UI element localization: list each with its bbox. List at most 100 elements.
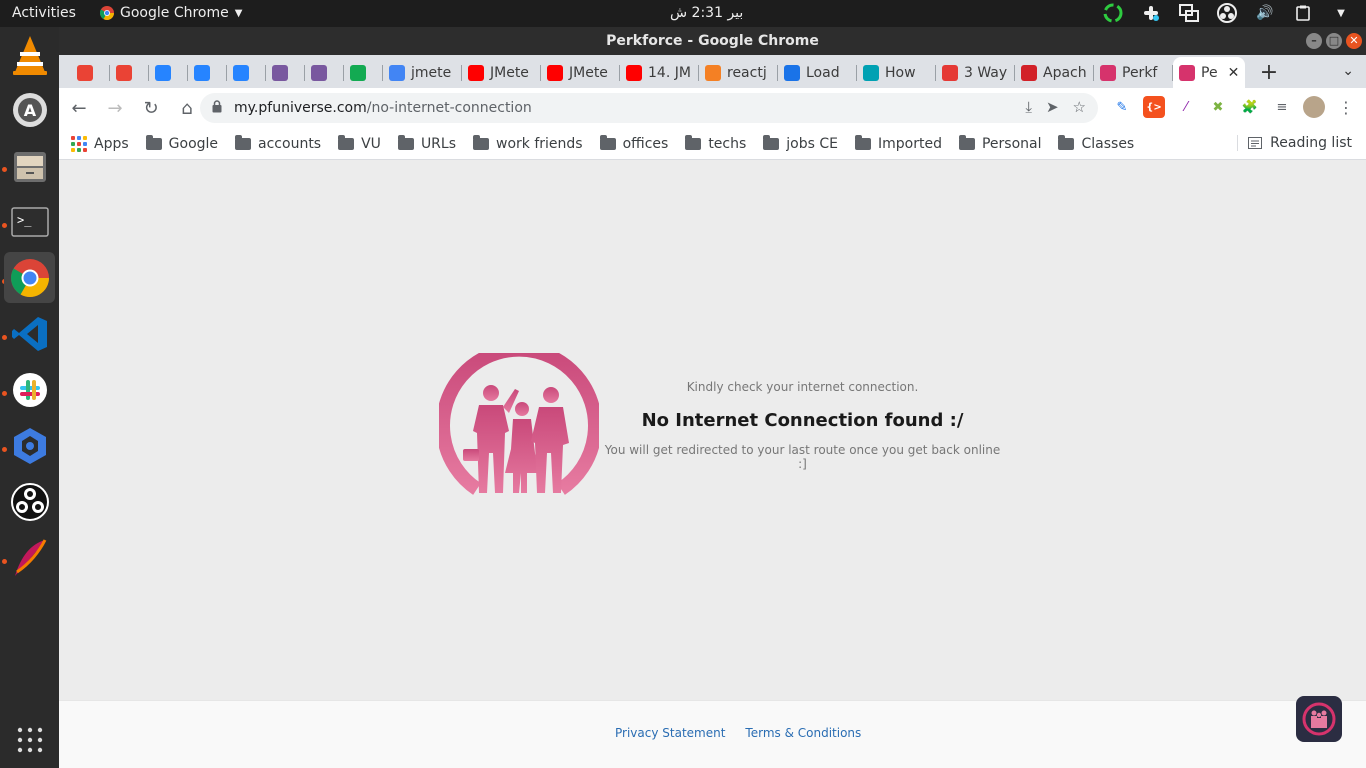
slack-tray-icon[interactable] <box>1140 2 1162 24</box>
forward-button[interactable]: → <box>99 92 131 124</box>
reading-list-button[interactable]: Reading list <box>1237 135 1352 151</box>
install-app-icon[interactable]: ⤓ <box>1025 98 1032 116</box>
close-window-button[interactable]: ✕ <box>1346 33 1362 49</box>
eyedropper-extension-icon[interactable]: ✎ <box>1111 96 1133 118</box>
activities-button[interactable]: Activities <box>12 5 76 21</box>
bookmark-folder[interactable]: jobs CE <box>763 134 838 152</box>
app-menu-label: Google Chrome <box>120 5 229 21</box>
tab[interactable] <box>266 57 305 88</box>
terms-conditions-link[interactable]: Terms & Conditions <box>745 726 861 740</box>
feather-extension-icon[interactable]: ⁄ <box>1175 96 1197 118</box>
tab[interactable]: JMete <box>541 57 620 88</box>
folder-icon <box>473 134 490 150</box>
tab-close-button[interactable]: ✕ <box>1228 65 1240 81</box>
bookmarks-bar: Apps Google accounts VU URLs work friends off… <box>59 128 1366 160</box>
tab[interactable] <box>71 57 110 88</box>
clock[interactable]: بير 2:31 ش <box>670 5 743 21</box>
tab-title: Pe <box>1201 64 1218 81</box>
window-titlebar[interactable]: Perkforce - Google Chrome – □ ✕ <box>59 27 1366 55</box>
recycle-icon[interactable] <box>1102 2 1124 24</box>
bookmark-folder[interactable]: work friends <box>473 134 583 152</box>
dock-software-updater[interactable]: A <box>4 84 55 135</box>
dock-chrome[interactable] <box>4 252 55 303</box>
bookmark-star-icon[interactable]: ☆ <box>1073 98 1086 116</box>
folder-icon <box>235 134 252 150</box>
dock-jmeter[interactable] <box>4 532 55 583</box>
youtube-icon <box>626 64 642 81</box>
dock-vscode[interactable] <box>4 308 55 359</box>
terminal-icon: >_ <box>10 206 49 237</box>
dock-slack[interactable] <box>4 364 55 415</box>
reload-button[interactable]: ↻ <box>135 92 167 124</box>
tab[interactable]: reactj <box>699 57 778 88</box>
tab[interactable] <box>305 57 344 88</box>
screen-share-icon[interactable] <box>1178 2 1200 24</box>
volume-icon[interactable]: 🔊 <box>1254 2 1276 24</box>
send-to-device-icon[interactable]: ➤ <box>1046 98 1059 116</box>
bookmark-folder[interactable]: Classes <box>1058 134 1134 152</box>
perkforce-chat-button[interactable] <box>1296 696 1342 742</box>
gmail-icon <box>116 64 132 81</box>
privacy-statement-link[interactable]: Privacy Statement <box>615 726 725 740</box>
dock-terminal[interactable]: >_ <box>4 196 55 247</box>
page-viewport: Kindly check your internet connection. N… <box>59 160 1366 768</box>
tab[interactable] <box>344 57 383 88</box>
bookmark-folder[interactable]: techs <box>685 134 746 152</box>
dock-kubernetes-app[interactable] <box>4 420 55 471</box>
bookmark-folder[interactable]: URLs <box>397 134 456 152</box>
tab[interactable] <box>110 57 149 88</box>
google-icon <box>389 64 405 81</box>
minimize-button[interactable]: – <box>1306 33 1322 49</box>
tab[interactable]: jmete <box>383 57 462 88</box>
tab[interactable]: 3 Way <box>936 57 1015 88</box>
bookmark-folder[interactable]: Personal <box>958 134 1041 152</box>
tab[interactable] <box>227 57 266 88</box>
back-button[interactable]: ← <box>63 92 95 124</box>
app-menu[interactable]: Google Chrome ▼ <box>100 5 242 21</box>
dock-vlc[interactable] <box>4 29 55 80</box>
dock-files[interactable] <box>4 140 55 191</box>
svg-text:A: A <box>23 101 36 120</box>
tab-search-chevron-icon[interactable]: ⌄ <box>1342 63 1354 79</box>
media-control-icon[interactable]: ≡ <box>1271 96 1293 118</box>
lock-icon[interactable] <box>212 100 226 116</box>
dock-obs[interactable] <box>4 476 55 527</box>
maximize-button[interactable]: □ <box>1326 33 1342 49</box>
system-menu-chevron-icon[interactable]: ▼ <box>1330 2 1352 24</box>
tab[interactable] <box>149 57 188 88</box>
bookmark-folder[interactable]: Imported <box>855 134 942 152</box>
tab-active[interactable]: Pe ✕ <box>1173 57 1245 88</box>
joomla-extension-icon[interactable]: ✖ <box>1207 96 1229 118</box>
new-tab-button[interactable]: + <box>1255 58 1283 86</box>
stackoverflow-icon <box>705 64 721 81</box>
mongodb-icon <box>350 64 366 81</box>
home-button[interactable]: ⌂ <box>171 92 203 124</box>
tab[interactable]: How <box>857 57 936 88</box>
hexagon-app-icon <box>13 427 46 464</box>
bookmark-label: jobs CE <box>786 135 838 152</box>
bookmark-folder[interactable]: VU <box>338 134 381 152</box>
youtube-icon <box>468 64 484 81</box>
bookmark-label: Google <box>168 135 219 152</box>
json-extension-icon[interactable]: {> <box>1143 96 1165 118</box>
show-applications-button[interactable] <box>4 714 55 765</box>
tab[interactable]: JMete <box>462 57 541 88</box>
profile-avatar[interactable] <box>1303 96 1325 118</box>
tab[interactable]: Perkf <box>1094 57 1173 88</box>
kebab-menu-icon[interactable]: ⋮ <box>1335 96 1357 118</box>
clipboard-icon[interactable] <box>1292 2 1314 24</box>
tab[interactable] <box>188 57 227 88</box>
bookmark-folder[interactable]: offices <box>599 134 668 152</box>
chart-icon <box>784 64 800 81</box>
url-host: my.pfuniverse.com <box>234 100 367 116</box>
tab-title: Perkf <box>1122 64 1158 81</box>
bookmark-apps[interactable]: Apps <box>71 135 129 152</box>
puzzle-extensions-icon[interactable]: 🧩 <box>1239 96 1261 118</box>
tab[interactable]: Load <box>778 57 857 88</box>
tab[interactable]: Apach <box>1015 57 1094 88</box>
bookmark-folder[interactable]: Google <box>145 134 219 152</box>
obs-tray-icon[interactable] <box>1216 2 1238 24</box>
bookmark-folder[interactable]: accounts <box>235 134 321 152</box>
tab[interactable]: 14. JM <box>620 57 699 88</box>
address-bar[interactable]: my.pfuniverse.com/no-internet-connection… <box>200 93 1098 123</box>
